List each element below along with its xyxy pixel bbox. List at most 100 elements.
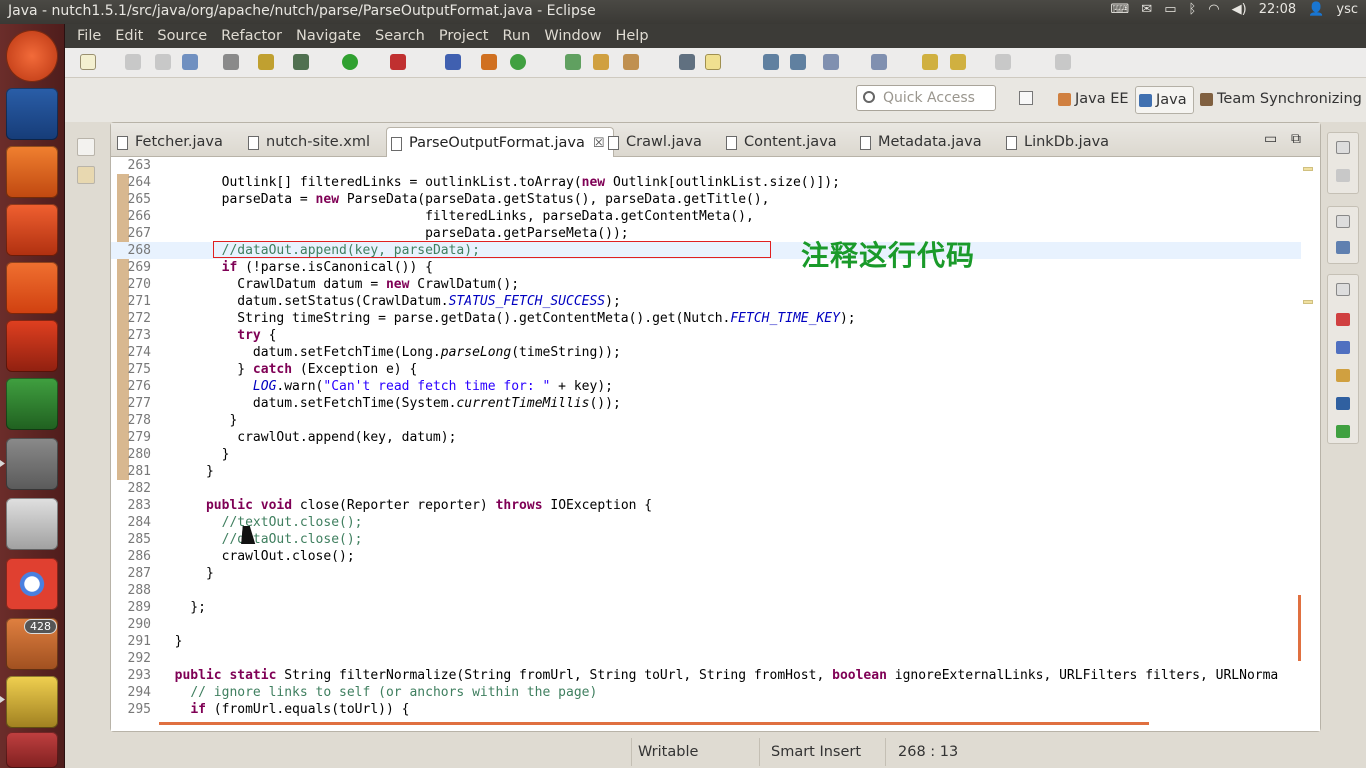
mail-icon[interactable]: ✉ [1141, 2, 1152, 17]
open-perspective-button[interactable] [1013, 86, 1039, 114]
open-folder-icon[interactable] [593, 54, 609, 70]
restore-icon[interactable] [1336, 283, 1350, 296]
restore-icon[interactable] [1336, 141, 1350, 154]
forward-icon[interactable] [995, 54, 1011, 70]
code-line[interactable]: 280 } [111, 446, 1301, 463]
code-line[interactable]: 289 }; [111, 599, 1301, 616]
code-line[interactable]: 294 // ignore links to self (or anchors … [111, 684, 1301, 701]
tab-linkdb[interactable]: LinkDb.java [1002, 127, 1109, 157]
save-all-icon[interactable] [155, 54, 171, 70]
text-editor-icon[interactable] [6, 498, 58, 550]
menu-source[interactable]: Source [157, 28, 207, 44]
tab-parse-output-format[interactable]: ParseOutputFormat.java ☒ [386, 127, 614, 157]
eclipse-icon[interactable] [6, 676, 58, 728]
wifi-icon[interactable]: ◠ [1208, 2, 1219, 17]
close-icon[interactable]: ☒ [593, 136, 605, 151]
open-type-icon[interactable] [445, 54, 461, 70]
javadoc-icon[interactable] [1336, 341, 1350, 354]
last-edit-icon[interactable] [922, 54, 938, 70]
overview-marker[interactable] [1303, 167, 1313, 171]
code-line[interactable]: 286 crawlOut.close(); [111, 548, 1301, 565]
code-line[interactable]: 267 parseData.getParseMeta()); [111, 225, 1301, 242]
ubuntu-one-icon[interactable] [6, 262, 58, 314]
user-icon[interactable]: 👤 [1308, 2, 1324, 17]
task-list-icon[interactable] [1336, 169, 1350, 182]
code-line[interactable]: 274 datum.setFetchTime(Long.parseLong(ti… [111, 344, 1301, 361]
code-line[interactable]: 272 String timeString = parse.getData().… [111, 310, 1301, 327]
debug-icon[interactable] [293, 54, 309, 70]
print-icon[interactable] [182, 54, 198, 70]
code-line[interactable]: 264 Outlink[] filteredLinks = outlinkLis… [111, 174, 1301, 191]
next-annotation-icon[interactable] [823, 54, 839, 70]
highlight-icon[interactable] [705, 54, 721, 70]
pin-editor-icon[interactable] [1055, 54, 1071, 70]
code-line[interactable]: 285 //dataOut.close(); [111, 531, 1301, 548]
code-line[interactable]: 273 try { [111, 327, 1301, 344]
menu-project[interactable]: Project [439, 28, 489, 44]
new-icon[interactable] [80, 54, 96, 70]
show-whitespace-icon[interactable] [763, 54, 779, 70]
tab-nutch-site[interactable]: nutch-site.xml [244, 127, 370, 157]
prev-annotation-icon[interactable] [871, 54, 887, 70]
quick-access-field[interactable]: Quick Access [856, 85, 996, 111]
code-line[interactable]: 290 [111, 616, 1301, 633]
code-line[interactable]: 283 public void close(Reporter reporter)… [111, 497, 1301, 514]
run-external-icon[interactable] [390, 54, 406, 70]
code-line[interactable]: 288 [111, 582, 1301, 599]
code-line[interactable]: 279 crawlOut.append(key, datum); [111, 429, 1301, 446]
code-line[interactable]: 278 } [111, 412, 1301, 429]
code-line[interactable]: 266 filteredLinks, parseData.getContentM… [111, 208, 1301, 225]
files-icon[interactable] [6, 146, 58, 198]
clock[interactable]: 22:08 [1259, 2, 1296, 17]
menu-search[interactable]: Search [375, 28, 425, 44]
run-icon[interactable] [342, 54, 358, 70]
perspective-java-ee[interactable]: Java EE [1055, 86, 1135, 114]
restore-icon[interactable] [77, 138, 95, 156]
overview-marker[interactable] [1303, 300, 1313, 304]
tab-crawl[interactable]: Crawl.java [604, 127, 702, 157]
search-tool-icon[interactable] [623, 54, 639, 70]
tab-fetcher[interactable]: Fetcher.java [113, 127, 223, 157]
restore-icon[interactable] [1336, 215, 1350, 228]
keyboard-icon[interactable]: ⌨ [1111, 2, 1130, 17]
horizontal-scrollbar[interactable] [159, 722, 1149, 725]
new-package-icon[interactable] [510, 54, 526, 70]
system-settings-icon[interactable] [6, 320, 58, 372]
bluetooth-icon[interactable]: ᛒ [1188, 2, 1196, 17]
console-icon[interactable] [1336, 397, 1350, 410]
toggle-mark-icon[interactable] [679, 54, 695, 70]
software-center-icon[interactable] [6, 204, 58, 256]
code-line[interactable]: 270 CrawlDatum datum = new CrawlDatum(); [111, 276, 1301, 293]
chrome-icon[interactable] [6, 558, 58, 610]
package-explorer-icon[interactable] [77, 166, 95, 184]
code-line[interactable]: 276 LOG.warn("Can't read fetch time for:… [111, 378, 1301, 395]
back-icon[interactable] [950, 54, 966, 70]
tab-metadata[interactable]: Metadata.java [856, 127, 982, 157]
menu-refactor[interactable]: Refactor [221, 28, 282, 44]
trash-icon[interactable] [6, 732, 58, 768]
build-icon[interactable] [258, 54, 274, 70]
battery-icon[interactable]: ▭ [1164, 2, 1176, 17]
gnome-icon[interactable] [6, 378, 58, 430]
menu-window[interactable]: Window [544, 28, 601, 44]
code-line[interactable]: 281 } [111, 463, 1301, 480]
code-line[interactable]: 287 } [111, 565, 1301, 582]
declaration-icon[interactable] [1336, 369, 1350, 382]
libreoffice-writer-icon[interactable] [6, 88, 58, 140]
maximize-icon[interactable]: ⧉ [1291, 131, 1301, 147]
menu-help[interactable]: Help [615, 28, 648, 44]
block-select-icon[interactable] [790, 54, 806, 70]
user-name[interactable]: ysc [1336, 2, 1358, 17]
progress-icon[interactable] [1336, 425, 1350, 438]
open-task-icon[interactable] [565, 54, 581, 70]
code-line[interactable]: 275 } catch (Exception e) { [111, 361, 1301, 378]
code-line[interactable]: 282 [111, 480, 1301, 497]
code-line[interactable]: 271 datum.setStatus(CrawlDatum.STATUS_FE… [111, 293, 1301, 310]
volume-icon[interactable]: ◀) [1232, 2, 1247, 17]
outline-icon[interactable] [1336, 241, 1350, 254]
code-line[interactable]: 277 datum.setFetchTime(System.currentTim… [111, 395, 1301, 412]
code-line[interactable]: 269 if (!parse.isCanonical()) { [111, 259, 1301, 276]
menu-file[interactable]: File [77, 28, 101, 44]
problems-icon[interactable] [1336, 313, 1350, 326]
minimize-icon[interactable]: ▭ [1264, 131, 1277, 147]
